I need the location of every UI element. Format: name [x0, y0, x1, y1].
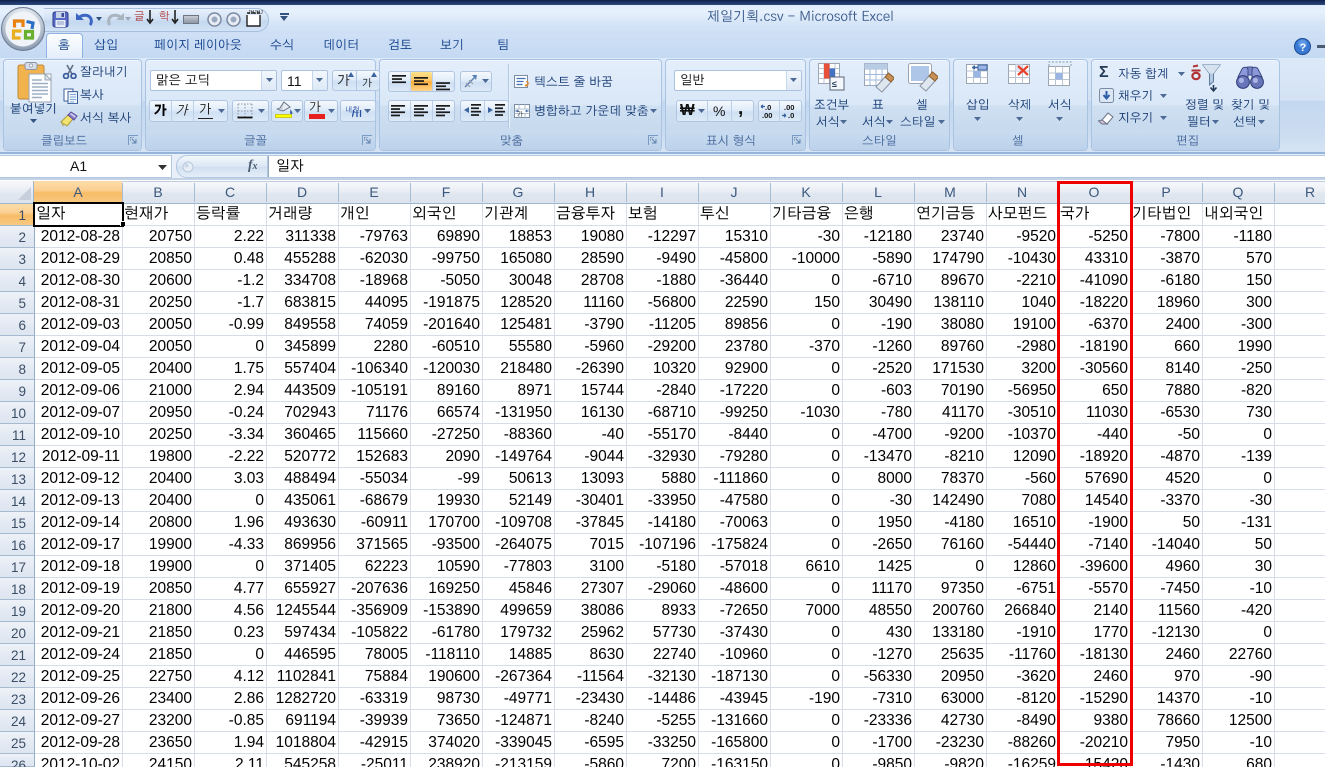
svg-text:?: ? [1300, 42, 1307, 54]
svg-text:.0: .0 [788, 111, 794, 120]
svg-text:.00: .00 [762, 111, 772, 120]
svg-text:JHJHJ: JHJHJ [248, 10, 263, 16]
svg-text:≤: ≤ [832, 79, 837, 89]
